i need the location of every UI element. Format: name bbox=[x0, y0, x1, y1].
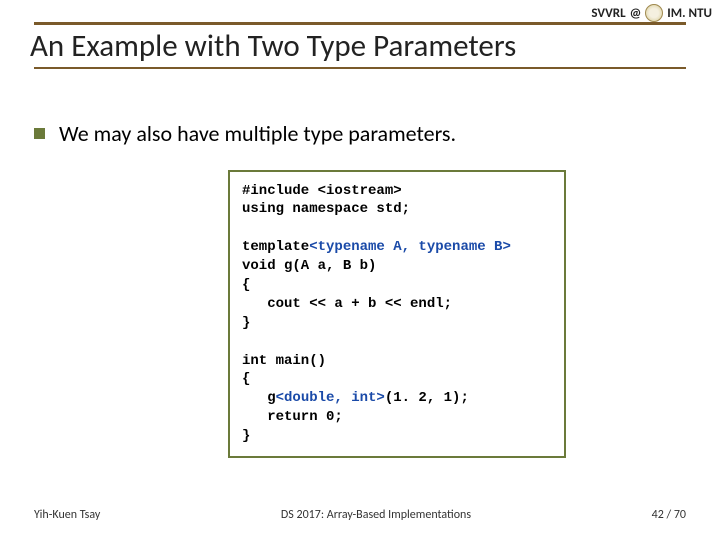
code-line: void g(A a, B b) bbox=[242, 258, 376, 274]
code-kw: template bbox=[242, 239, 309, 255]
header-right: SVVRL @ IM. NTU bbox=[591, 4, 712, 22]
code-line: (1. 2, 1); bbox=[385, 390, 469, 406]
at-sign: @ bbox=[630, 6, 642, 21]
code-template-args: <double, int> bbox=[276, 390, 385, 406]
code-line: using namespace std; bbox=[242, 201, 410, 217]
footer: Yih-Kuen Tsay DS 2017: Array-Based Imple… bbox=[34, 508, 686, 522]
bullet-item: We may also have multiple type parameter… bbox=[34, 120, 686, 148]
code-line: { bbox=[242, 277, 250, 293]
slide-body: We may also have multiple type parameter… bbox=[34, 120, 686, 458]
title-rule-top bbox=[34, 22, 686, 25]
code-line: cout << a + b << endl; bbox=[242, 296, 452, 312]
title-block: An Example with Two Type Parameters bbox=[34, 22, 686, 69]
header-imntu: IM. NTU bbox=[667, 6, 712, 21]
code-line: return 0; bbox=[242, 409, 343, 425]
code-template-params: <typename A, typename B> bbox=[309, 239, 511, 255]
square-bullet-icon bbox=[34, 128, 45, 139]
code-line: { bbox=[242, 371, 250, 387]
footer-author: Yih-Kuen Tsay bbox=[34, 508, 100, 522]
code-line: int main() bbox=[242, 353, 326, 369]
bullet-text: We may also have multiple type parameter… bbox=[59, 120, 456, 148]
slide-title: An Example with Two Type Parameters bbox=[30, 29, 686, 63]
code-block: #include <iostream> using namespace std;… bbox=[228, 170, 566, 458]
title-rule-bottom bbox=[34, 67, 686, 69]
footer-course: DS 2017: Array-Based Implementations bbox=[281, 508, 471, 522]
code-line: } bbox=[242, 428, 250, 444]
code-line: #include <iostream> bbox=[242, 183, 402, 199]
code-line: } bbox=[242, 315, 250, 331]
footer-page: 42 / 70 bbox=[652, 508, 686, 522]
ntu-seal-icon bbox=[645, 4, 663, 22]
code-line: g bbox=[242, 390, 276, 406]
header-svvrl: SVVRL bbox=[591, 6, 625, 21]
